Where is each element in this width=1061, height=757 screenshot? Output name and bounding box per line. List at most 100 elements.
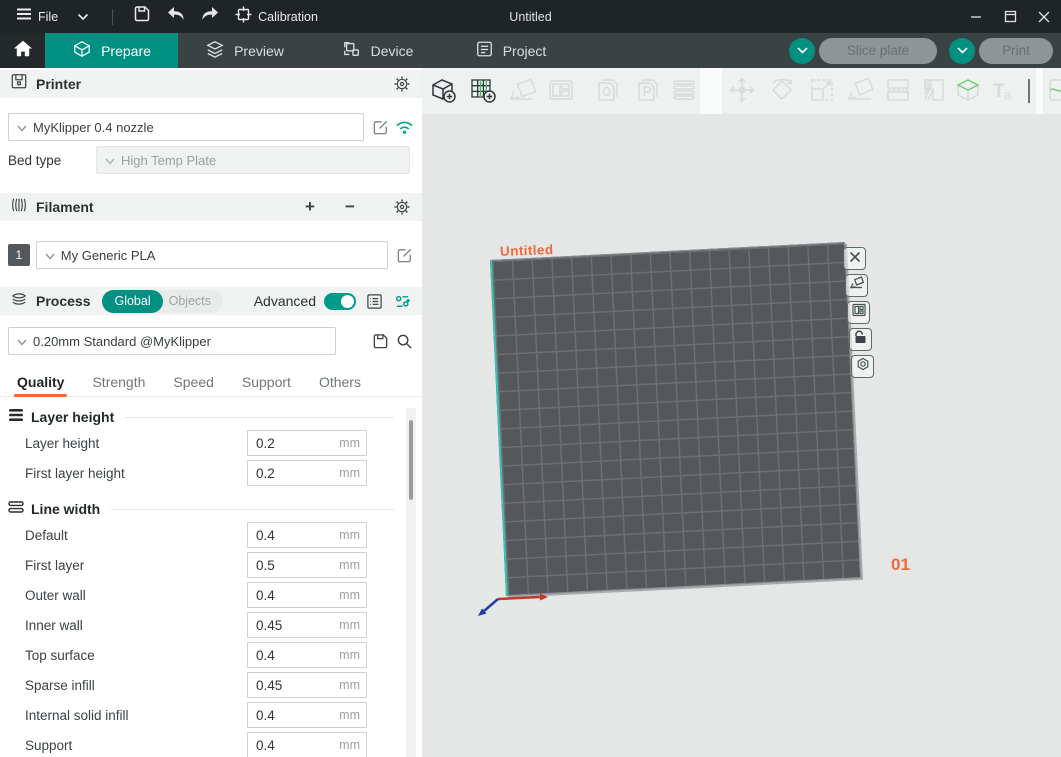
maximize-button[interactable] [993,0,1027,33]
param-row-support: Support 0.4 mm [0,730,400,757]
copy-button[interactable] [592,76,624,108]
line-width-icon [8,500,24,519]
add-filament-button[interactable]: + [300,197,320,217]
viewport-toolbar: Ta [422,68,1061,114]
build-plate[interactable] [490,242,861,596]
lock-plate-button[interactable] [849,328,872,351]
add-object-button[interactable] [427,76,459,108]
support-paint-button[interactable] [918,76,950,108]
bed-type-select[interactable]: High Temp Plate [96,146,410,174]
minimize-button[interactable] [959,0,993,33]
orient-plate-button[interactable] [845,274,868,297]
tab-project-label: Project [503,43,547,59]
tune-button[interactable] [392,291,412,311]
parameter-table-button[interactable] [364,291,384,311]
calibration-button[interactable]: Calibration [229,5,324,29]
filament-preset-select[interactable]: My Generic PLA [36,241,388,269]
redo-button[interactable] [195,5,225,29]
layers-button[interactable] [668,76,700,108]
default-line-width-input[interactable]: 0.4 mm [247,522,367,548]
param-value: 0.4 [256,588,339,603]
layer-height-input[interactable]: 0.2 mm [247,430,367,456]
layers-icon [669,75,699,110]
tab-prepare[interactable]: Prepare [45,33,178,68]
seam-paint-button[interactable] [1045,76,1061,108]
print-options-button[interactable] [949,38,975,64]
auto-orient-button[interactable] [507,76,539,108]
tab-device[interactable]: Device [311,33,444,68]
arrange-button[interactable] [545,76,577,108]
advanced-toggle[interactable] [324,293,356,310]
delete-plate-button[interactable] [843,247,866,270]
add-plate-button[interactable] [467,76,499,108]
paste-button[interactable] [632,76,664,108]
toolbar-divider [1036,68,1043,114]
close-button[interactable] [1027,0,1061,33]
rotate-icon [767,75,797,110]
param-row-default: Default 0.4 mm [0,520,400,550]
outer-wall-line-width-input[interactable]: 0.4 mm [247,582,367,608]
hamburger-icon [16,7,32,26]
printer-edit-button[interactable] [370,117,390,137]
printer-settings-button[interactable] [392,74,412,94]
lay-on-face-button[interactable] [844,76,876,108]
toolbar-separator [1028,79,1030,103]
home-icon [13,39,33,63]
tab-strength[interactable]: Strength [92,374,145,390]
scope-objects-button[interactable]: Objects [163,290,223,313]
inner-wall-line-width-input[interactable]: 0.45 mm [247,612,367,638]
internal-solid-infill-line-width-input[interactable]: 0.4 mm [247,702,367,728]
scale-tool-button[interactable] [806,76,838,108]
printer-wifi-button[interactable] [394,117,414,137]
tab-preview[interactable]: Preview [178,33,311,68]
scale-icon [807,75,837,110]
sidebar-scrollbar-thumb[interactable] [409,420,413,500]
tab-speed[interactable]: Speed [173,374,213,390]
scope-global-button[interactable]: Global [102,290,162,313]
file-dropdown-button[interactable] [68,5,98,29]
filament-edit-button[interactable] [394,245,414,265]
chevron-down-icon [105,153,115,168]
remove-filament-button[interactable]: − [340,197,360,217]
text-tool-button[interactable]: Ta [988,76,1020,108]
tab-others[interactable]: Others [319,374,361,390]
top-surface-line-width-input[interactable]: 0.4 mm [247,642,367,668]
filament-icon [10,197,28,218]
color-paint-button[interactable] [952,76,984,108]
param-unit: mm [339,648,360,662]
process-preset-select[interactable]: 0.20mm Standard @MyKlipper [8,327,336,355]
first-layer-line-width-input[interactable]: 0.5 mm [247,552,367,578]
file-menu[interactable]: File [10,5,64,29]
param-label: Default [25,528,68,543]
rotate-tool-button[interactable] [766,76,798,108]
copy-icon [593,75,623,110]
move-tool-button[interactable] [726,76,758,108]
plate-name-label[interactable]: Untitled [500,242,554,259]
viewport-3d[interactable]: Ta Untitled 01 [422,68,1061,757]
first-layer-height-input[interactable]: 0.2 mm [247,460,367,486]
sparse-infill-line-width-input[interactable]: 0.45 mm [247,672,367,698]
slice-plate-button[interactable]: Slice plate [819,38,937,64]
support-line-width-input[interactable]: 0.4 mm [247,732,367,757]
chevron-down-icon [17,334,27,349]
filament-settings-button[interactable] [392,197,412,217]
search-preset-button[interactable] [394,331,414,351]
print-button[interactable]: Print [979,38,1053,64]
home-button[interactable] [0,33,45,68]
printer-icon [10,73,28,95]
printer-preset-select[interactable]: MyKlipper 0.4 nozzle [8,113,364,141]
move-icon [727,75,757,110]
cut-tool-button[interactable] [882,76,914,108]
param-row-outer-wall: Outer wall 0.4 mm [0,580,400,610]
param-value: 0.4 [256,648,339,663]
save-preset-button[interactable] [370,331,390,351]
param-label: Outer wall [25,588,86,603]
tab-quality[interactable]: Quality [17,374,64,390]
undo-button[interactable] [161,5,191,29]
slice-options-button[interactable] [789,38,815,64]
save-button[interactable] [127,5,157,29]
plate-settings-button[interactable] [851,355,874,378]
tab-support[interactable]: Support [242,374,291,390]
arrange-plate-button[interactable] [847,301,870,324]
tab-project[interactable]: Project [444,33,577,68]
